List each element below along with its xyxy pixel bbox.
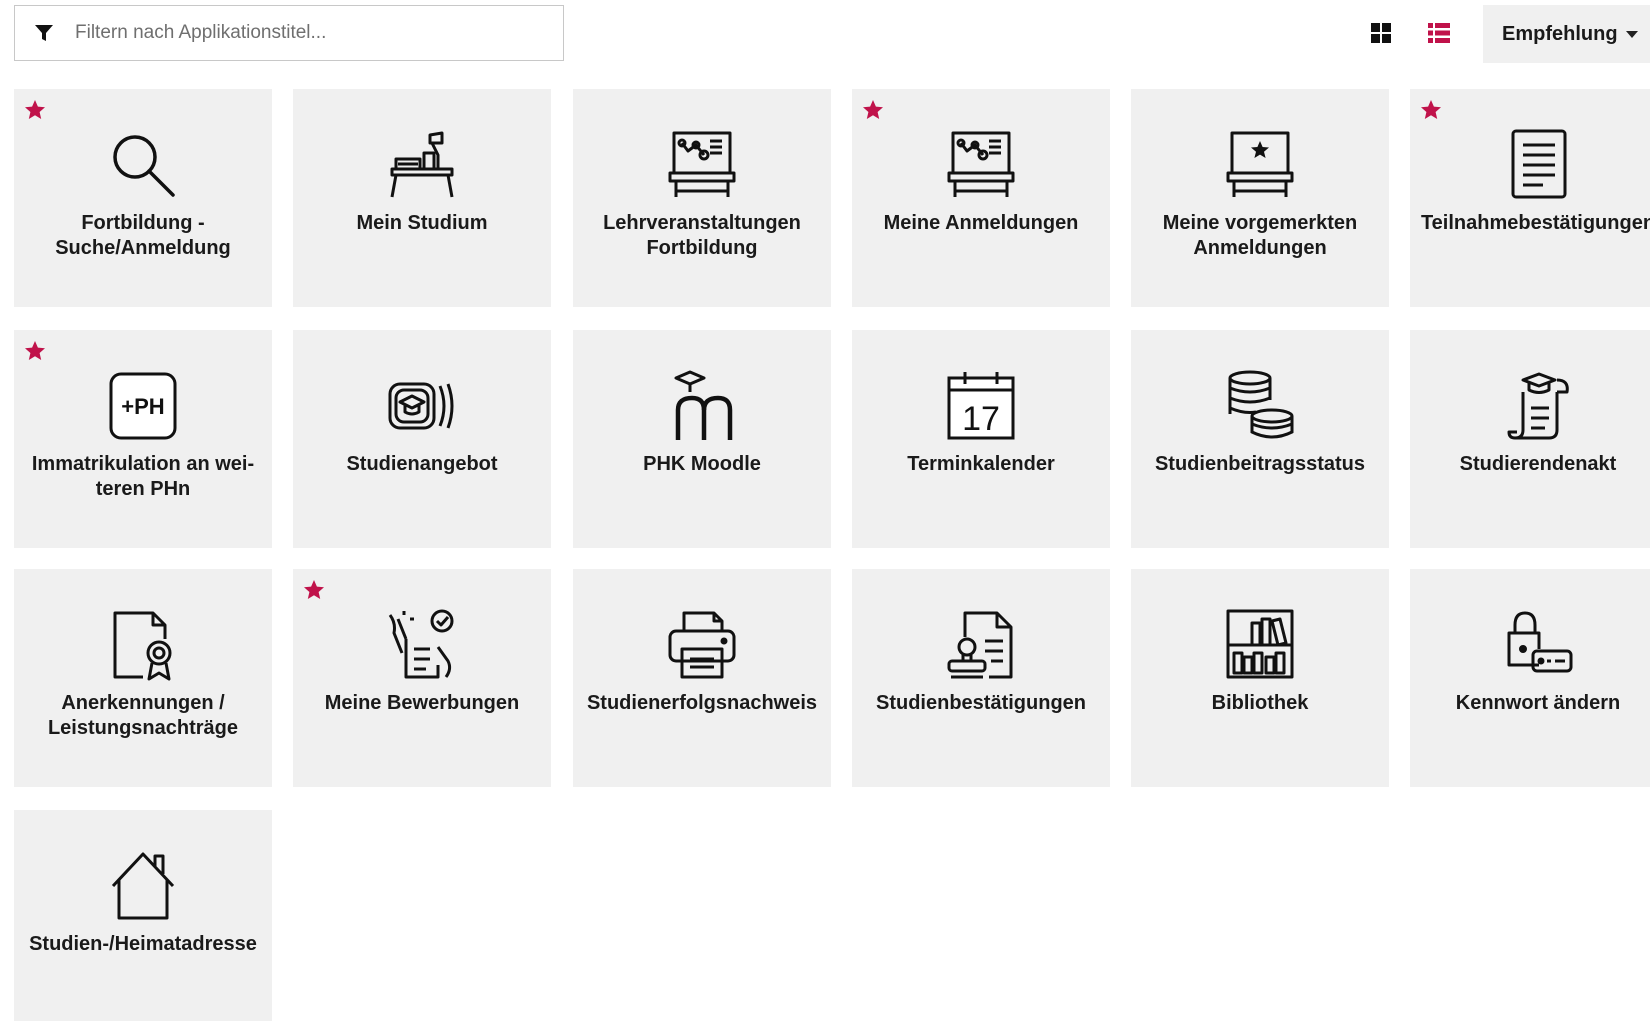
tile-lehrveranstaltungen[interactable]: Lehrveranstaltungen Fortbildung (573, 89, 831, 307)
caret-down-icon (1625, 30, 1638, 38)
list-view-icon[interactable] (1426, 20, 1452, 46)
plus-ph-icon: +PH (103, 366, 183, 446)
toolbar: Empfehlung (0, 0, 1650, 70)
coins-icon (1220, 366, 1300, 446)
tile-meine-bewerbungen[interactable]: Meine Bewerbungen (293, 569, 551, 787)
printer-icon (662, 605, 742, 685)
favorite-star-icon[interactable] (1419, 98, 1443, 122)
tile-studienbeitragsstatus[interactable]: Studienbeitragsstatus (1131, 330, 1389, 548)
password-lock-icon (1499, 605, 1579, 685)
tile-label: Kennwort ändern (1455, 692, 1621, 714)
filter-field[interactable] (14, 5, 564, 61)
tile-immatrikulation[interactable]: +PH Immatrikulation an wei­teren PHn (14, 330, 272, 548)
tile-kennwort-aendern[interactable]: Kennwort ändern (1410, 569, 1650, 787)
calendar-icon: 17 (941, 366, 1021, 446)
tile-studienerfolgsnachweis[interactable]: Studienerfolgsnachweis (573, 569, 831, 787)
grid-view-icon[interactable] (1368, 20, 1394, 46)
stamp-document-icon (941, 605, 1021, 685)
tile-label: PHK Moodle (643, 453, 761, 475)
tile-fortbildung-suche[interactable]: Fortbildung - Suche/Anmeldung (14, 89, 272, 307)
tile-label: Meine Anmeldungen (883, 212, 1079, 234)
tile-heimatadresse[interactable]: Studien-/Heimatadresse (14, 810, 272, 1021)
moodle-icon (662, 366, 742, 446)
tile-label: Terminkalender (907, 453, 1055, 475)
student-file-icon (1499, 366, 1579, 446)
tile-label: Teilnahmebestätigun­gen (1420, 212, 1650, 234)
tile-studierendenakt[interactable]: Studierendenakt (1410, 330, 1650, 548)
tile-label: Mein Studium (356, 212, 488, 234)
tile-studienangebot[interactable]: Studienangebot (293, 330, 551, 548)
tile-label: Studienbeitragsstatus (1154, 453, 1366, 475)
tile-vorgemerkte-anmeldungen[interactable]: Meine vorgemerkten Anmeldungen (1131, 89, 1389, 307)
application-icon (382, 605, 462, 685)
favorite-star-icon[interactable] (23, 339, 47, 363)
tile-label: Studienangebot (346, 453, 498, 475)
library-icon (1220, 605, 1300, 685)
tile-studienbestaetigungen[interactable]: Studienbestätigungen (852, 569, 1110, 787)
house-icon (103, 846, 183, 926)
certificate-icon (103, 605, 183, 685)
tile-label: Immatrikulation an wei­teren PHn (31, 453, 255, 500)
tile-label: Bibliothek (1211, 692, 1309, 714)
tile-label: Fortbildung - Suche/Anmeldung (55, 212, 231, 259)
tile-label: Studienbestätigungen (876, 692, 1086, 714)
tile-terminkalender[interactable]: 17 Terminkalender (852, 330, 1110, 548)
tile-label: Meine vorgemerkten Anmeldungen (1162, 212, 1358, 259)
lecture-board-icon (941, 125, 1021, 205)
tile-mein-studium[interactable]: Mein Studium (293, 89, 551, 307)
lecture-board-icon (662, 125, 742, 205)
tile-meine-anmeldungen[interactable]: Meine Anmeldungen (852, 89, 1110, 307)
calendar-day: 17 (962, 400, 1000, 438)
tile-label: Studierendenakt (1459, 453, 1617, 475)
course-offer-icon (382, 366, 462, 446)
tile-phk-moodle[interactable]: PHK Moodle (573, 330, 831, 548)
filter-input[interactable] (73, 12, 563, 54)
plus-ph-text: +PH (121, 394, 164, 419)
favorite-star-icon[interactable] (23, 98, 47, 122)
tile-label: Studien-/Heimatadresse (29, 933, 257, 955)
study-desk-icon (382, 125, 462, 205)
tile-label: Meine Bewerbungen (324, 692, 520, 714)
sort-dropdown[interactable]: Empfehlung (1483, 5, 1650, 63)
filter-icon (33, 22, 55, 44)
tile-label: Anerkennungen / Leistungsnachträge (47, 692, 239, 739)
document-icon (1499, 125, 1579, 205)
tile-label: Lehrveranstaltungen Fortbildung (603, 212, 801, 259)
sort-label: Empfehlung (1502, 22, 1618, 45)
tile-teilnahmebestaetigungen[interactable]: Teilnahmebestätigun­gen (1410, 89, 1650, 307)
tile-label: Studienerfolgsnachweis (586, 692, 818, 714)
starred-board-icon (1220, 125, 1300, 205)
tile-anerkennungen[interactable]: Anerkennungen / Leistungsnachträge (14, 569, 272, 787)
tile-bibliothek[interactable]: Bibliothek (1131, 569, 1389, 787)
magnifier-icon (103, 125, 183, 205)
favorite-star-icon[interactable] (861, 98, 885, 122)
favorite-star-icon[interactable] (302, 578, 326, 602)
